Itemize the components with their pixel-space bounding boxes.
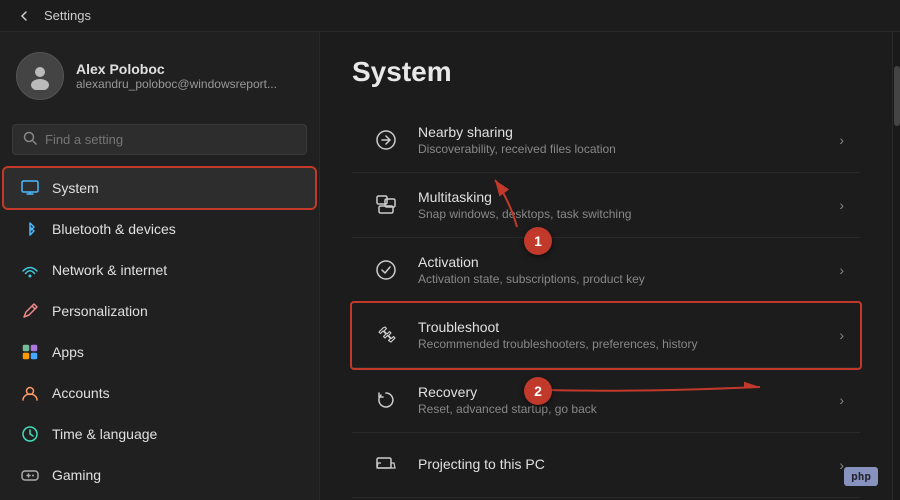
sidebar-item-system[interactable]: System bbox=[4, 168, 315, 208]
search-icon bbox=[23, 131, 37, 148]
nav-list: System Bluetooth & devices bbox=[0, 167, 319, 496]
scrollbar[interactable] bbox=[892, 32, 900, 500]
setting-name-recovery: Recovery bbox=[418, 384, 839, 400]
user-info: Alex Poloboc alexandru_poloboc@windowsre… bbox=[76, 61, 277, 91]
accounts-icon bbox=[20, 383, 40, 403]
network-icon bbox=[20, 260, 40, 280]
setting-text-projecting: Projecting to this PC bbox=[418, 456, 839, 474]
chevron-right-icon: › bbox=[839, 392, 844, 408]
multitasking-icon bbox=[368, 187, 404, 223]
chevron-right-icon: › bbox=[839, 132, 844, 148]
setting-name-troubleshoot: Troubleshoot bbox=[418, 319, 839, 335]
apps-icon bbox=[20, 342, 40, 362]
setting-text-nearby-sharing: Nearby sharing Discoverability, received… bbox=[418, 124, 839, 156]
search-input[interactable] bbox=[45, 132, 296, 147]
titlebar-title: Settings bbox=[44, 8, 91, 23]
nearby-sharing-icon bbox=[368, 122, 404, 158]
setting-item-recovery[interactable]: Recovery Reset, advanced startup, go bac… bbox=[352, 368, 860, 433]
sidebar-item-label-personalization: Personalization bbox=[52, 303, 148, 319]
sidebar-item-time[interactable]: Time & language bbox=[4, 414, 315, 454]
scrollbar-thumb[interactable] bbox=[894, 66, 900, 126]
troubleshoot-icon bbox=[368, 317, 404, 353]
setting-text-recovery: Recovery Reset, advanced startup, go bac… bbox=[418, 384, 839, 416]
sidebar-item-gaming[interactable]: Gaming bbox=[4, 455, 315, 495]
back-button[interactable] bbox=[12, 4, 36, 28]
system-icon bbox=[20, 178, 40, 198]
sidebar: Alex Poloboc alexandru_poloboc@windowsre… bbox=[0, 32, 320, 500]
setting-item-troubleshoot[interactable]: Troubleshoot Recommended troubleshooters… bbox=[352, 303, 860, 368]
chevron-right-icon: › bbox=[839, 327, 844, 343]
sidebar-item-label-bluetooth: Bluetooth & devices bbox=[52, 221, 176, 237]
setting-desc-nearby-sharing: Discoverability, received files location bbox=[418, 142, 839, 156]
setting-name-nearby-sharing: Nearby sharing bbox=[418, 124, 839, 140]
sidebar-item-network[interactable]: Network & internet bbox=[4, 250, 315, 290]
setting-desc-recovery: Reset, advanced startup, go back bbox=[418, 402, 839, 416]
sidebar-item-label-time: Time & language bbox=[52, 426, 157, 442]
search-box[interactable] bbox=[12, 124, 307, 155]
page-title: System bbox=[352, 56, 860, 88]
titlebar: Settings bbox=[0, 0, 900, 32]
gaming-icon bbox=[20, 465, 40, 485]
chevron-right-icon: › bbox=[839, 197, 844, 213]
setting-name-projecting: Projecting to this PC bbox=[418, 456, 839, 472]
bluetooth-icon bbox=[20, 219, 40, 239]
sidebar-item-label-system: System bbox=[52, 180, 99, 196]
setting-desc-activation: Activation state, subscriptions, product… bbox=[418, 272, 839, 286]
avatar bbox=[16, 52, 64, 100]
setting-text-multitasking: Multitasking Snap windows, desktops, tas… bbox=[418, 189, 839, 221]
php-badge: php bbox=[844, 467, 878, 486]
search-container bbox=[0, 116, 319, 167]
setting-desc-troubleshoot: Recommended troubleshooters, preferences… bbox=[418, 337, 839, 351]
setting-name-activation: Activation bbox=[418, 254, 839, 270]
recovery-icon bbox=[368, 382, 404, 418]
setting-item-nearby-sharing[interactable]: Nearby sharing Discoverability, received… bbox=[352, 108, 860, 173]
settings-list: Nearby sharing Discoverability, received… bbox=[352, 108, 860, 498]
time-icon bbox=[20, 424, 40, 444]
setting-item-activation[interactable]: Activation Activation state, subscriptio… bbox=[352, 238, 860, 303]
sidebar-item-label-accounts: Accounts bbox=[52, 385, 110, 401]
setting-desc-multitasking: Snap windows, desktops, task switching bbox=[418, 207, 839, 221]
personalization-icon bbox=[20, 301, 40, 321]
sidebar-item-personalization[interactable]: Personalization bbox=[4, 291, 315, 331]
setting-item-multitasking[interactable]: Multitasking Snap windows, desktops, tas… bbox=[352, 173, 860, 238]
setting-item-projecting[interactable]: Projecting to this PC › bbox=[352, 433, 860, 498]
setting-name-multitasking: Multitasking bbox=[418, 189, 839, 205]
chevron-right-icon: › bbox=[839, 262, 844, 278]
main-layout: Alex Poloboc alexandru_poloboc@windowsre… bbox=[0, 32, 900, 500]
sidebar-item-accounts[interactable]: Accounts bbox=[4, 373, 315, 413]
activation-icon bbox=[368, 252, 404, 288]
sidebar-item-label-gaming: Gaming bbox=[52, 467, 101, 483]
projecting-icon bbox=[368, 447, 404, 483]
sidebar-item-label-network: Network & internet bbox=[52, 262, 167, 278]
content-area: System Nearby sharing Discoverability, r… bbox=[320, 32, 892, 500]
setting-text-activation: Activation Activation state, subscriptio… bbox=[418, 254, 839, 286]
user-profile[interactable]: Alex Poloboc alexandru_poloboc@windowsre… bbox=[0, 32, 319, 116]
sidebar-item-apps[interactable]: Apps bbox=[4, 332, 315, 372]
setting-text-troubleshoot: Troubleshoot Recommended troubleshooters… bbox=[418, 319, 839, 351]
sidebar-item-label-apps: Apps bbox=[52, 344, 84, 360]
sidebar-item-bluetooth[interactable]: Bluetooth & devices bbox=[4, 209, 315, 249]
user-name: Alex Poloboc bbox=[76, 61, 277, 77]
user-email: alexandru_poloboc@windowsreport... bbox=[76, 77, 277, 91]
